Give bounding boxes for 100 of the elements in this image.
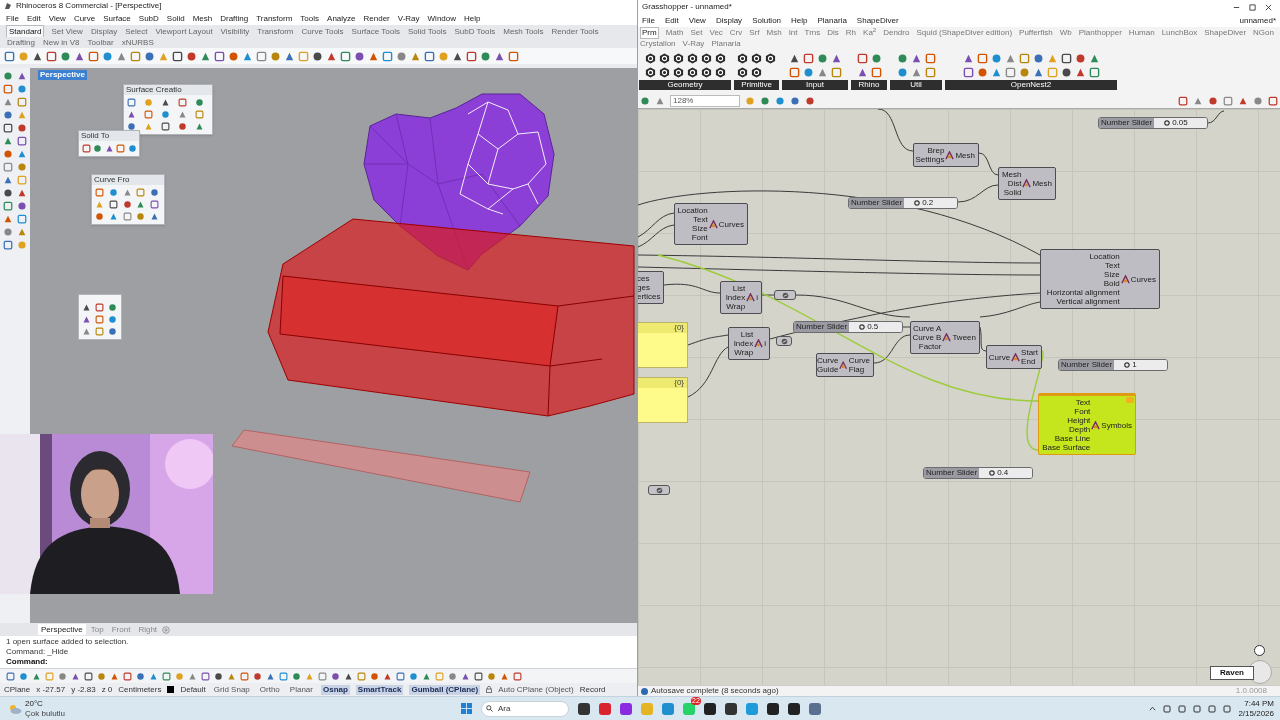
component-tab[interactable]: Human <box>1128 28 1155 38</box>
menu-item[interactable]: Analyze <box>327 13 356 24</box>
toolbar-tab[interactable]: SubD Tools <box>453 26 497 37</box>
menu-item[interactable]: File <box>642 15 655 26</box>
menu-item[interactable]: Help <box>791 15 808 26</box>
toolbar-tab[interactable]: Select <box>124 26 149 37</box>
component-tab[interactable]: Trns <box>804 28 821 38</box>
menu-item[interactable]: Tools <box>300 13 320 24</box>
component-tab[interactable]: Int <box>788 28 798 38</box>
component-node[interactable]: Curve Guide Curve Flag <box>816 353 874 377</box>
toolbar-tab[interactable]: Visibility <box>219 26 251 37</box>
component-tab[interactable]: Crystallon <box>640 39 676 49</box>
menu-item[interactable]: Display <box>715 15 743 26</box>
component-tab[interactable]: Set <box>690 28 703 38</box>
status-toggle[interactable]: Gumball (CPlane) <box>409 684 481 695</box>
status-toggle[interactable]: Grid Snap <box>211 684 252 695</box>
component-tab[interactable]: V-Ray <box>682 39 705 49</box>
status-toggle[interactable]: Auto CPlane (Object) <box>498 684 574 695</box>
toolbar-tab[interactable]: Display <box>89 26 119 37</box>
component-node[interactable]: Location Text Size Font Curves <box>674 203 748 245</box>
component-node[interactable]: Mesh Dist Solid Mesh <box>998 167 1056 200</box>
zoom-field[interactable]: 128% <box>670 95 740 107</box>
component-tab[interactable]: Squid (ShapeDiver edition) <box>916 28 1013 38</box>
menu-item[interactable]: Drafting <box>220 13 249 24</box>
component-node[interactable]: Curve Start End <box>986 345 1042 369</box>
component-node[interactable]: Text Font Height Depth Base Line Base Surface Symbols <box>1038 393 1136 455</box>
component-node[interactable]: ces ges ertices <box>638 271 664 304</box>
text-panel[interactable]: {0} <box>638 377 688 423</box>
menu-item[interactable]: Curve <box>73 13 96 24</box>
component-tab[interactable]: Crv <box>729 28 743 38</box>
menu-item[interactable]: SubD <box>138 13 159 24</box>
component-tab[interactable]: NGon <box>1253 28 1274 38</box>
menu-item[interactable]: Render <box>363 13 390 24</box>
viewport[interactable]: Perspective Surface Creatio Solid To Curve Fro <box>30 68 637 623</box>
toolbar-tab[interactable]: Curve Tools <box>300 26 345 37</box>
toolbar-tab[interactable]: Mesh Tools <box>502 26 545 37</box>
number-slider[interactable]: Number Slider 0.4 <box>923 467 1033 479</box>
toolbar-tab[interactable]: xNURBS <box>120 37 155 48</box>
toolbar-tab[interactable]: Transform <box>256 26 295 37</box>
component-tab[interactable]: Rh <box>845 28 857 38</box>
status-toggle[interactable]: Planar <box>287 684 315 695</box>
component-node[interactable]: Curve A Curve B Factor Tween <box>910 321 980 354</box>
number-slider[interactable]: Number Slider 0.05 <box>1098 117 1208 129</box>
component-tab[interactable]: Srf <box>749 28 760 38</box>
component-tab[interactable]: Vec <box>709 28 723 38</box>
component-tab[interactable]: LunchBox <box>1161 28 1198 38</box>
widget-label-box[interactable]: Raven <box>1210 666 1254 680</box>
component-tab[interactable]: Dis <box>827 28 839 38</box>
number-slider[interactable]: Number Slider 0.5 <box>793 321 903 333</box>
command-prompt[interactable]: Command: <box>6 657 631 667</box>
toolbar-tab[interactable]: Toolbar <box>86 37 115 48</box>
component-tab[interactable]: Msh <box>766 28 782 38</box>
component-tab[interactable]: Wb <box>1059 28 1072 38</box>
menu-item[interactable]: Window <box>427 13 456 24</box>
menu-item[interactable]: Edit <box>26 13 41 24</box>
status-toggle[interactable]: Ortho <box>257 684 282 695</box>
component-node[interactable]: List Index Wrap i <box>728 327 770 360</box>
component-node[interactable]: Location Text Size Bold Horizontal alignment Vertical alignment Curves <box>1040 249 1160 309</box>
status-toggle[interactable]: SmartTrack <box>355 684 404 695</box>
menu-item[interactable]: Solid <box>166 13 185 24</box>
search-field[interactable]: Ara <box>481 700 569 717</box>
component-tab[interactable]: Prm <box>640 27 659 39</box>
toolbar-tab[interactable]: Viewport Layout <box>154 26 214 37</box>
component-tab[interactable]: Planthopper <box>1078 28 1122 38</box>
menu-item[interactable]: Edit <box>664 15 679 26</box>
component-tab[interactable]: Dendro <box>883 28 910 38</box>
toolbar-tab[interactable]: Set View <box>50 26 84 37</box>
menu-item[interactable]: View <box>48 13 66 24</box>
viewport-tab[interactable]: Perspective <box>38 624 86 635</box>
menu-item[interactable]: Solution <box>752 15 782 26</box>
number-slider[interactable]: Number Slider 1 <box>1058 359 1168 371</box>
toolbar-tab[interactable]: Drafting <box>6 37 36 48</box>
component-tab[interactable]: Planaria <box>711 39 741 49</box>
toolbar-tab[interactable]: Surface Tools <box>350 26 401 37</box>
text-panel[interactable]: {0} <box>638 322 688 368</box>
menu-item[interactable]: Surface <box>103 13 131 24</box>
toolbar-tab[interactable]: New in V8 <box>42 37 81 48</box>
number-slider[interactable]: Number Slider 0.2 <box>848 197 958 209</box>
clock-date[interactable]: 2/15/2026 <box>1238 708 1274 719</box>
menu-item[interactable]: Planaria <box>817 15 847 26</box>
toolbar-tab[interactable]: Standard <box>6 25 45 37</box>
component-tab[interactable]: Math <box>665 28 684 38</box>
toolbar-tab[interactable]: Solid Tools <box>406 26 448 37</box>
status-toggle[interactable]: Osnap <box>320 684 350 695</box>
viewport-label[interactable]: Perspective <box>38 70 87 80</box>
toolbar-tab[interactable]: Render Tools <box>550 26 600 37</box>
component-node[interactable]: Brep Settings Mesh <box>913 143 979 167</box>
clock-time[interactable]: 7:44 PM <box>1244 698 1274 709</box>
menu-item[interactable]: ShapeDiver <box>856 15 899 26</box>
component-node[interactable]: List Index Wrap i <box>720 281 762 314</box>
menu-item[interactable]: V-Ray <box>397 13 420 24</box>
layer-name[interactable]: Default <box>180 684 206 695</box>
menu-item[interactable]: View <box>688 15 706 26</box>
component-tab[interactable]: ShapeDiver <box>1204 28 1247 38</box>
menu-item[interactable]: File <box>6 13 19 24</box>
menu-item[interactable]: Transform <box>256 13 293 24</box>
menu-item[interactable]: Help <box>464 13 481 24</box>
menu-item[interactable]: Mesh <box>192 13 213 24</box>
component-tab[interactable]: Pufferfish <box>1019 28 1053 38</box>
component-tab[interactable]: Ka$^{2}$ <box>863 28 877 38</box>
